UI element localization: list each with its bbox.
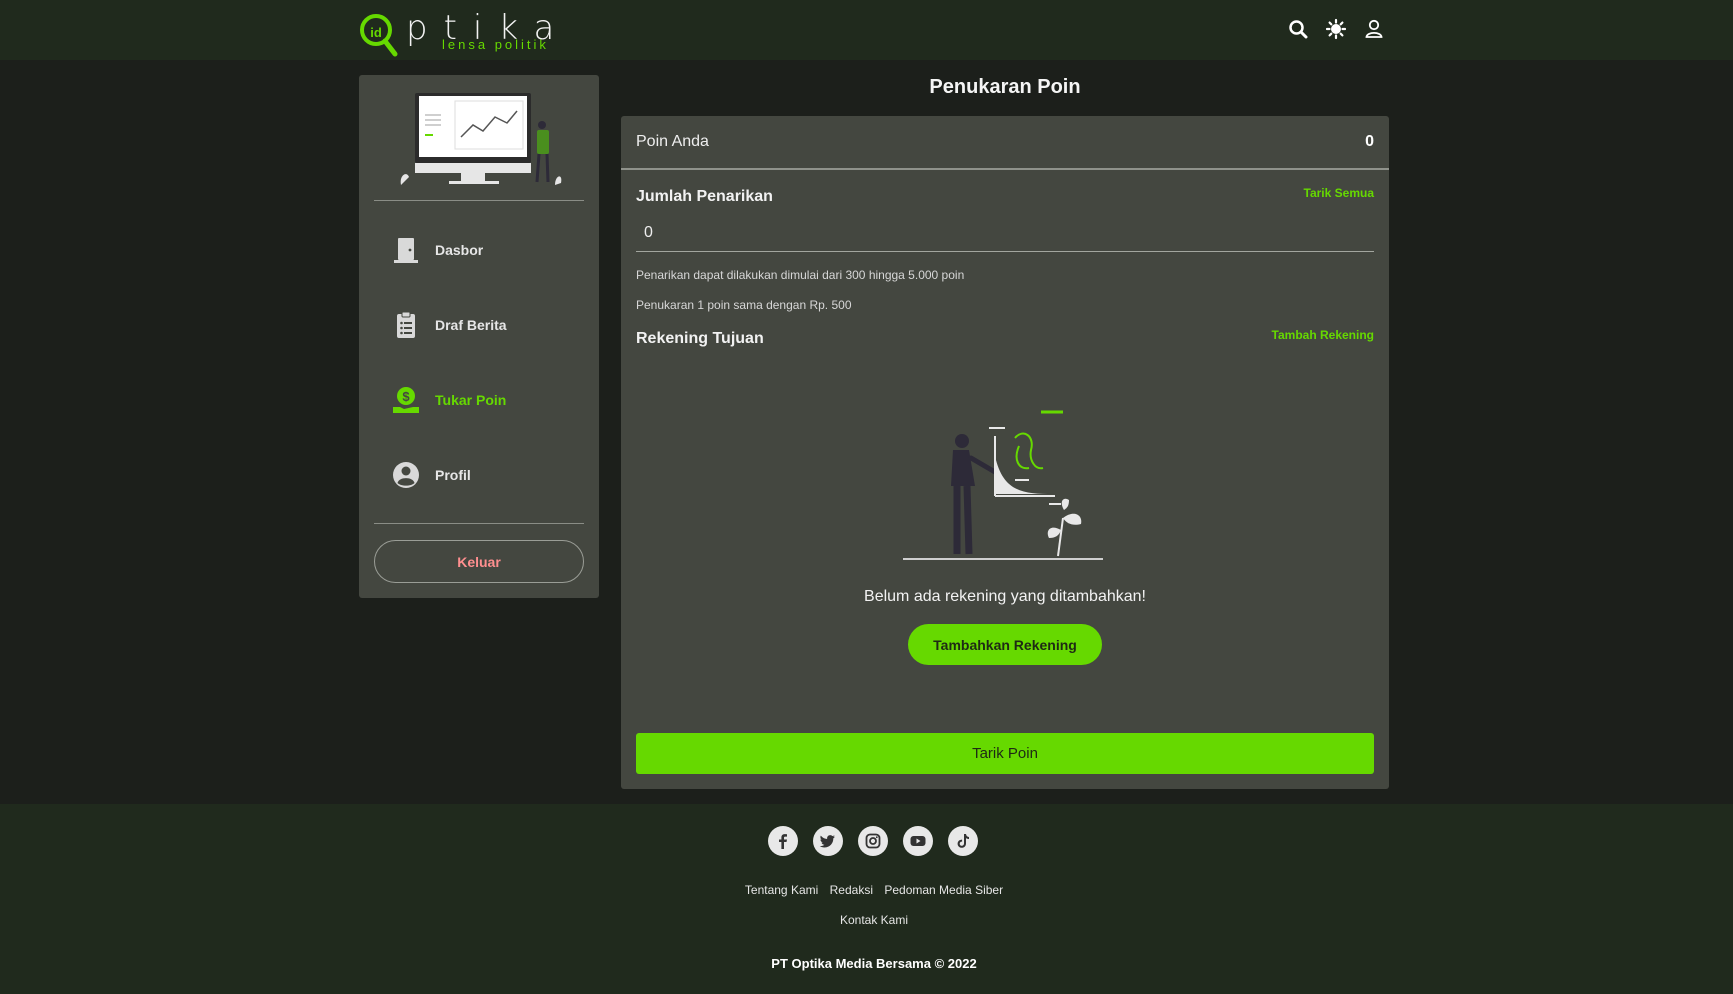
sidebar-item-profil[interactable]: Profil xyxy=(391,457,581,493)
add-account-button[interactable]: Tambahkan Rekening xyxy=(908,624,1102,665)
sidebar-divider xyxy=(374,200,584,201)
sidebar-divider xyxy=(374,523,584,524)
footer: Tentang Kami Redaksi Pedoman Media Siber… xyxy=(0,804,1733,994)
footer-link-redaksi[interactable]: Redaksi xyxy=(830,883,873,897)
empty-account-message: Belum ada rekening yang ditambahkan! xyxy=(864,588,1146,605)
top-navbar: id ptika lensa politik xyxy=(0,0,1733,60)
logo-tagline: lensa politik xyxy=(442,37,549,52)
withdraw-amount-input[interactable] xyxy=(636,214,1374,252)
clipboard-icon xyxy=(397,311,415,338)
exchange-rate-note: Penukaran 1 poin sama dengan Rp. 500 xyxy=(636,298,852,312)
sidebar-item-label: Tukar Poin xyxy=(435,392,507,408)
user-icon[interactable] xyxy=(1364,18,1384,40)
sidebar-item-tukar-poin[interactable]: $ Tukar Poin xyxy=(391,382,581,418)
withdraw-all-link[interactable]: Tarik Semua xyxy=(1304,186,1374,200)
theme-toggle-icon[interactable] xyxy=(1326,18,1346,40)
sidebar-item-label: Draf Berita xyxy=(435,317,507,333)
logout-button[interactable]: Keluar xyxy=(374,540,584,583)
withdraw-amount-title: Jumlah Penarikan xyxy=(636,188,773,205)
svg-text:id: id xyxy=(370,25,382,40)
destination-account-title: Rekening Tujuan xyxy=(636,330,764,347)
empty-state-illustration xyxy=(903,410,1103,560)
withdraw-points-button[interactable]: Tarik Poin xyxy=(636,733,1374,774)
points-label: Poin Anda xyxy=(636,133,709,150)
brand-logo[interactable]: id ptika lensa politik xyxy=(358,8,558,58)
money-hand-icon: $ xyxy=(393,387,419,413)
facebook-icon[interactable] xyxy=(768,826,798,856)
sidebar-item-label: Dasbor xyxy=(435,242,484,258)
points-exchange-panel: Poin Anda 0 Jumlah Penarikan Tarik Semua… xyxy=(621,116,1389,789)
instagram-icon[interactable] xyxy=(858,826,888,856)
page-title: Penukaran Poin xyxy=(929,76,1081,98)
copyright-text: PT Optika Media Bersama © 2022 xyxy=(771,956,977,971)
logo-magnifier-icon: id xyxy=(360,14,398,57)
footer-link-tentang-kami[interactable]: Tentang Kami xyxy=(745,883,818,897)
profile-icon xyxy=(393,462,419,488)
sidebar-item-label: Profil xyxy=(435,467,471,483)
dashboard-illustration xyxy=(400,93,562,185)
footer-link-kontak-kami[interactable]: Kontak Kami xyxy=(840,913,908,927)
search-icon[interactable] xyxy=(1288,18,1308,40)
youtube-icon[interactable] xyxy=(903,826,933,856)
add-account-link[interactable]: Tambah Rekening xyxy=(1272,328,1374,342)
footer-links-row2: Kontak Kami xyxy=(0,913,1733,927)
tiktok-icon[interactable] xyxy=(948,826,978,856)
header-actions xyxy=(1288,18,1384,40)
footer-links: Tentang Kami Redaksi Pedoman Media Siber xyxy=(0,883,1733,897)
door-icon xyxy=(394,238,418,263)
withdraw-range-note: Penarikan dapat dilakukan dimulai dari 3… xyxy=(636,268,965,282)
points-balance-row: Poin Anda 0 xyxy=(621,116,1389,170)
twitter-icon[interactable] xyxy=(813,826,843,856)
sidebar-item-draf-berita[interactable]: Draf Berita xyxy=(391,307,581,343)
sidebar: Dasbor Draf Berita $ Tukar Poin Profil K… xyxy=(359,75,599,598)
points-value: 0 xyxy=(1365,133,1374,150)
social-links xyxy=(768,826,978,856)
footer-link-pedoman-media-siber[interactable]: Pedoman Media Siber xyxy=(884,883,1003,897)
svg-text:$: $ xyxy=(402,389,410,404)
sidebar-item-dasbor[interactable]: Dasbor xyxy=(391,232,581,268)
